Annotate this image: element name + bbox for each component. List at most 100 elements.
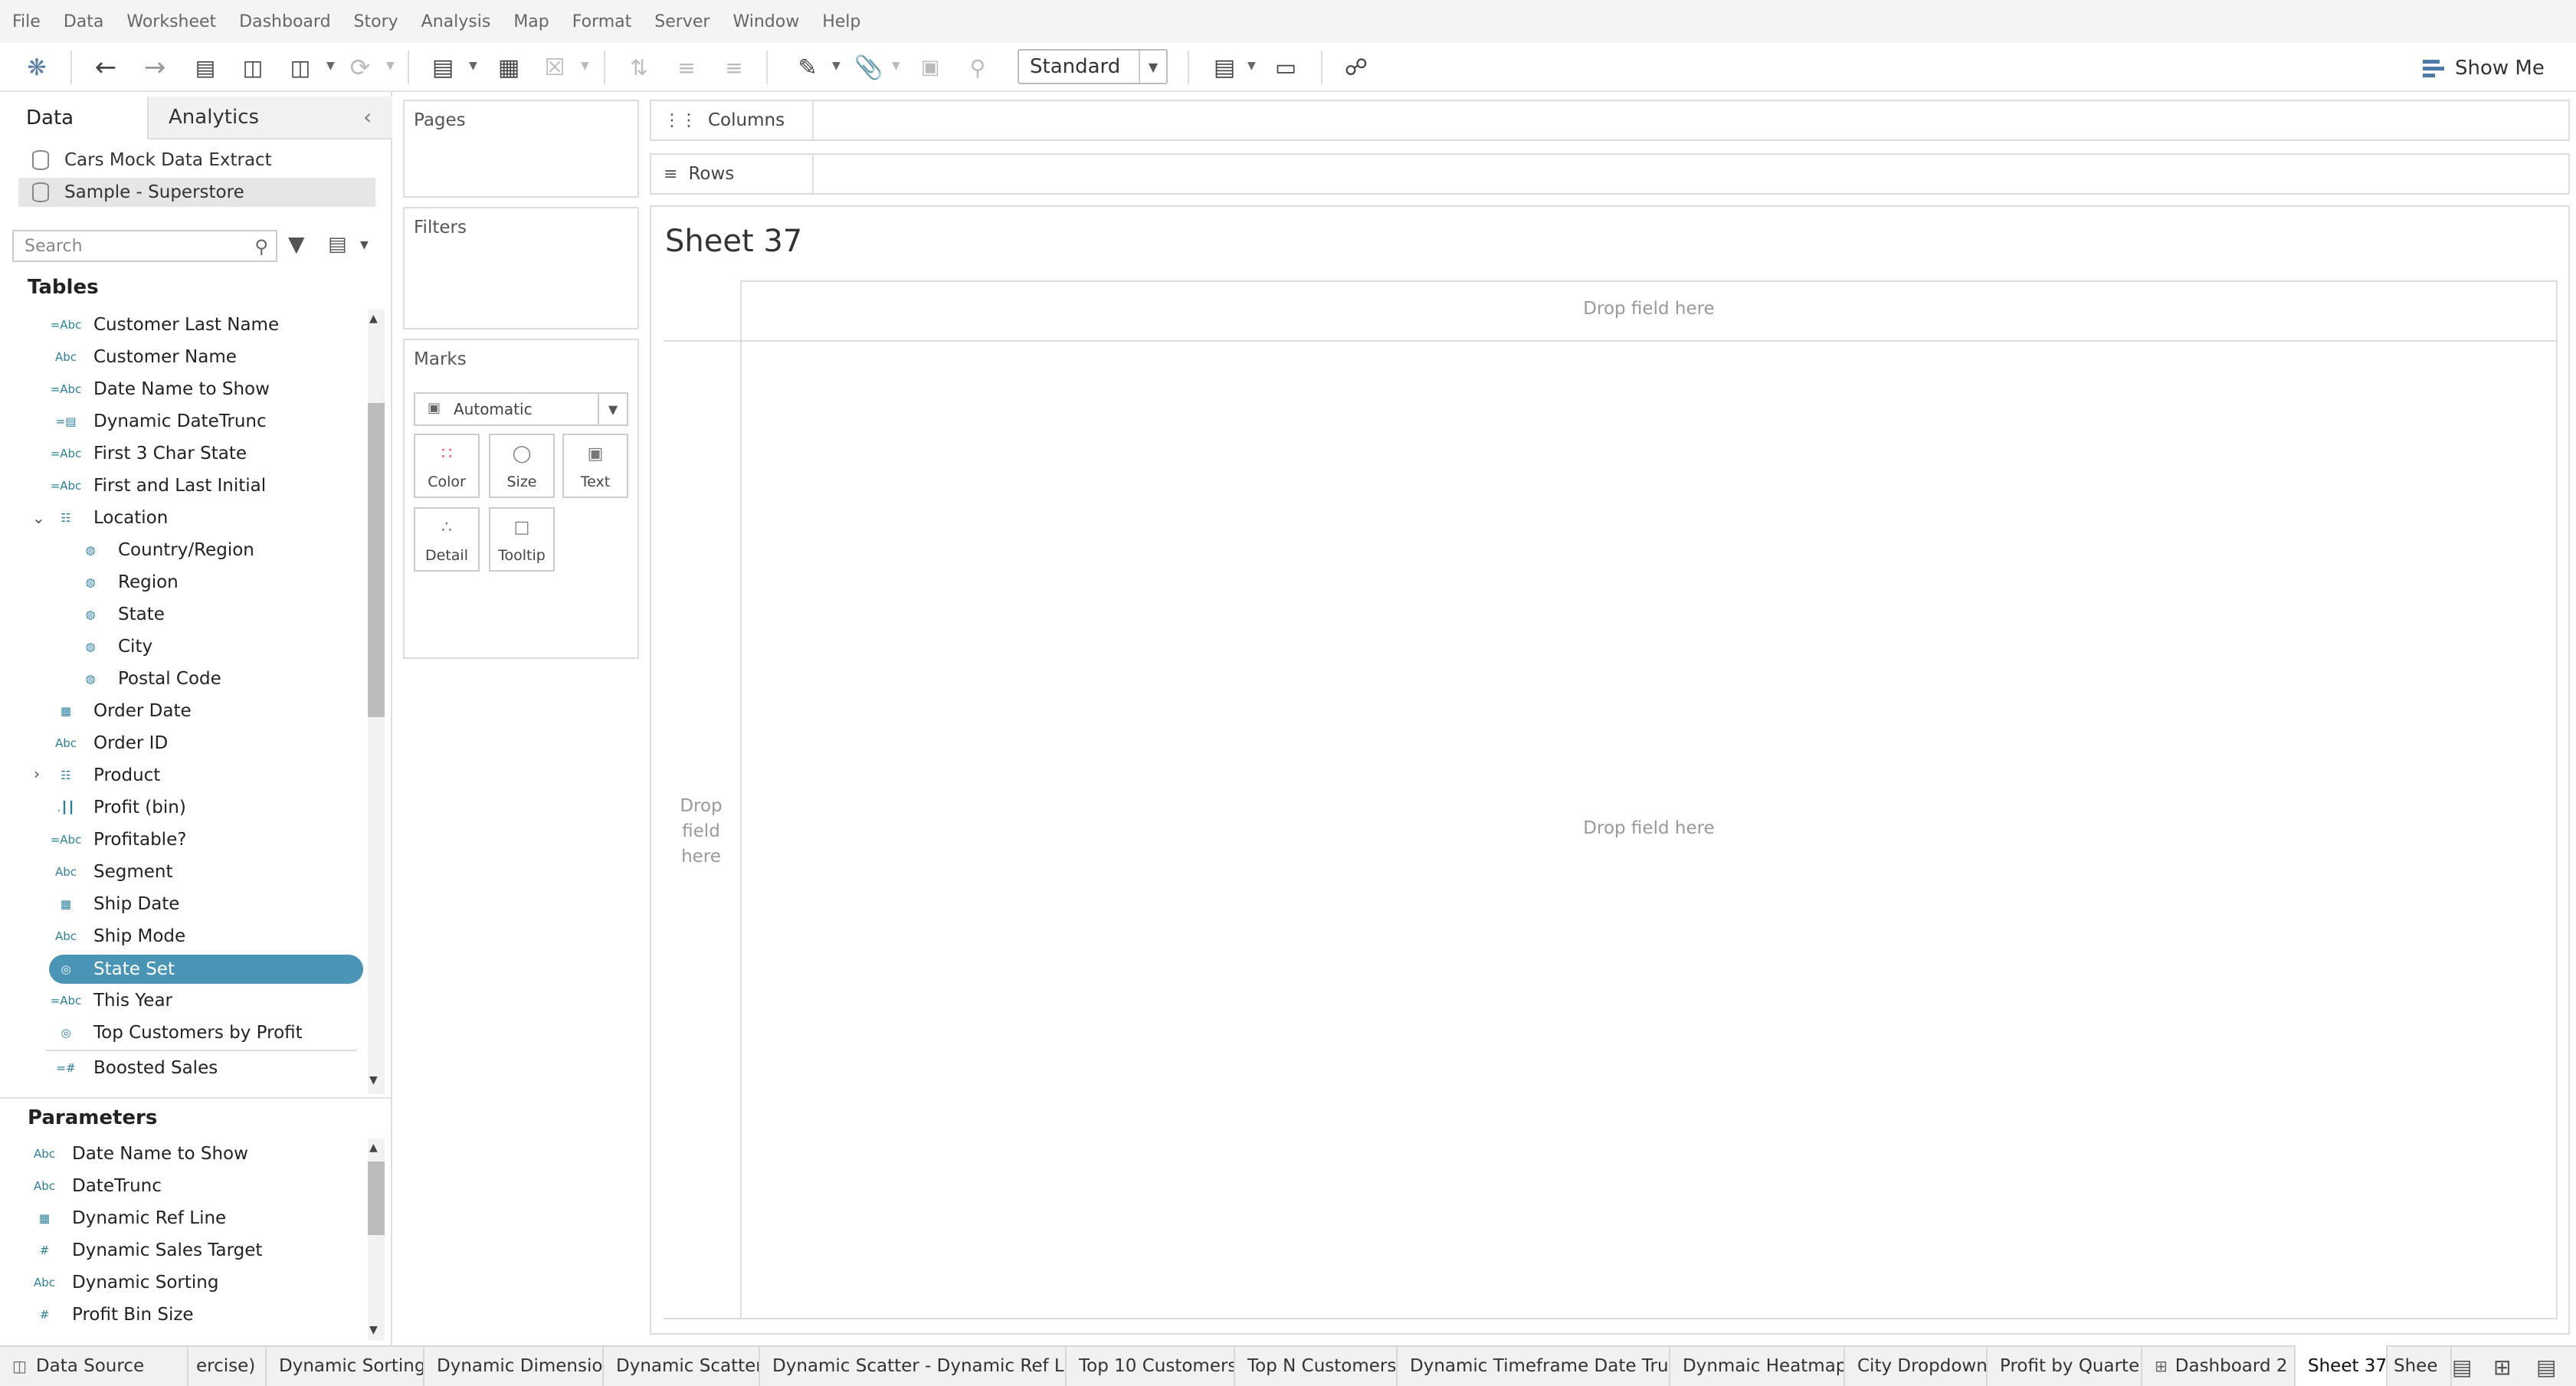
clear-sheet-icon[interactable]: ☒ — [536, 49, 573, 86]
field-item[interactable]: Abc Segment — [49, 857, 173, 887]
field-item[interactable]: ◍ Postal Code — [74, 664, 221, 694]
group-members-icon[interactable]: 📎 — [850, 49, 887, 86]
rows-drop-zone[interactable]: Drop field here — [667, 794, 736, 870]
menu-worksheet[interactable]: Worksheet — [126, 12, 216, 31]
fix-axes-icon[interactable]: ⚲ — [959, 49, 996, 86]
canvas-drop-zone[interactable]: Drop field here — [742, 818, 2556, 838]
field-item[interactable]: Abc Ship Mode — [49, 921, 185, 952]
sheet-tab[interactable]: Top 10 Customers — [1067, 1345, 1235, 1386]
sheet-tab[interactable]: Dynamic Timeframe Date Trunc — [1398, 1345, 1670, 1386]
field-item[interactable]: =Abc Date Name to Show — [49, 374, 270, 405]
field-item[interactable]: =# Boosted Sales — [49, 1053, 218, 1083]
chevron-up-icon[interactable]: ▲ — [369, 1142, 378, 1154]
tooltip-button[interactable]: □ Tooltip — [489, 507, 555, 572]
search-input[interactable]: Search ⚲ — [12, 230, 277, 262]
field-item[interactable]: =Abc First and Last Initial — [49, 470, 266, 501]
menu-server[interactable]: Server — [654, 12, 710, 31]
swap-rows-columns-icon[interactable]: ⇅ — [621, 49, 657, 86]
parameter-item[interactable]: Abc DateTrunc — [28, 1171, 162, 1201]
sheet-tab[interactable]: Dynamic Scatter — [604, 1345, 760, 1386]
chevron-down-icon[interactable]: ⌄ — [32, 509, 45, 527]
parameter-item[interactable]: ▦ Dynamic Ref Line — [28, 1203, 226, 1234]
presentation-mode-icon[interactable]: ▭ — [1267, 49, 1304, 86]
highlight-icon[interactable]: ✎ — [789, 49, 826, 86]
sheet-tab[interactable]: City Dropdown — [1845, 1345, 1988, 1386]
tab-analytics[interactable]: Analytics — [149, 97, 392, 139]
fit-select[interactable]: Standard ▼ — [1018, 49, 1168, 84]
menu-help[interactable]: Help — [822, 12, 860, 31]
collapse-pane-icon[interactable]: ‹ — [363, 104, 372, 129]
field-item[interactable]: Abc Customer Name — [49, 342, 237, 372]
menu-format[interactable]: Format — [572, 12, 632, 31]
field-item[interactable]: =Abc First 3 Char State — [49, 438, 247, 469]
chevron-down-icon[interactable]: ▼ — [369, 1324, 378, 1336]
pages-card[interactable]: Pages — [403, 100, 639, 198]
new-worksheet-icon[interactable]: ▤ — [2452, 1355, 2472, 1380]
fields-scrollbar-thumb[interactable] — [368, 403, 385, 717]
new-worksheet-icon[interactable]: ▤ — [424, 49, 461, 86]
pause-updates-icon[interactable]: ◫ — [282, 49, 319, 86]
chevron-down-icon[interactable]: ▼ — [369, 1074, 378, 1086]
dashboard-tab[interactable]: ⊞ Dashboard 2 — [2142, 1345, 2296, 1386]
chevron-down-icon[interactable]: ▼ — [1139, 51, 1166, 83]
color-button[interactable]: ∷ Color — [414, 434, 480, 498]
sheet-title[interactable]: Sheet 37 — [665, 224, 802, 259]
redo-icon[interactable]: → — [136, 49, 173, 86]
sheet-tab[interactable]: Dynamic Dimension — [424, 1345, 604, 1386]
show-cards-icon[interactable]: ▤ — [1206, 49, 1243, 86]
chevron-down-icon[interactable]: ▼ — [360, 239, 369, 251]
rows-shelf[interactable]: ≡ Rows — [650, 153, 2570, 195]
tab-data-source[interactable]: ◫ Data Source — [0, 1345, 188, 1386]
menu-dashboard[interactable]: Dashboard — [239, 12, 330, 31]
chevron-down-icon[interactable]: ▼ — [386, 60, 395, 72]
menu-data[interactable]: Data — [64, 12, 104, 31]
field-item[interactable]: ◍ Country/Region — [74, 535, 254, 565]
chevron-down-icon[interactable]: ▼ — [832, 60, 841, 72]
field-item[interactable]: ☷ Location — [49, 503, 168, 533]
size-button[interactable]: ◯ Size — [489, 434, 555, 498]
chevron-down-icon[interactable]: ▼ — [598, 394, 627, 424]
field-item[interactable]: =Abc Customer Last Name — [49, 310, 279, 340]
columns-shelf[interactable]: ⋮⋮ Columns — [650, 100, 2570, 141]
field-item[interactable]: ▦ Order Date — [49, 696, 192, 726]
menu-analysis[interactable]: Analysis — [421, 12, 491, 31]
field-item[interactable]: ◍ City — [74, 631, 152, 662]
filter-icon[interactable]: ▼ — [288, 231, 305, 257]
datasource-item[interactable]: Sample - Superstore — [18, 178, 375, 207]
save-icon[interactable]: ▤ — [187, 49, 224, 86]
menu-window[interactable]: Window — [732, 12, 799, 31]
menu-story[interactable]: Story — [354, 12, 398, 31]
chevron-up-icon[interactable]: ▲ — [369, 313, 378, 325]
show-me-button[interactable]: Show Me — [2423, 51, 2545, 86]
field-item[interactable]: Abc Order ID — [49, 728, 168, 759]
field-item-selected[interactable]: ◎ State Set — [49, 955, 363, 984]
undo-icon[interactable]: ← — [87, 49, 124, 86]
columns-drop-zone[interactable]: Drop field here — [742, 299, 2556, 319]
tableau-logo-icon[interactable]: ❋ — [18, 49, 55, 86]
sheet-tab[interactable]: ercise) — [188, 1345, 267, 1386]
refresh-icon[interactable]: ⟳ — [342, 49, 379, 86]
parameter-item[interactable]: # Profit Bin Size — [28, 1299, 194, 1330]
sheet-tab[interactable]: Top N Customers — [1235, 1345, 1398, 1386]
new-story-icon[interactable]: ▤ — [2536, 1355, 2556, 1380]
sheet-tab[interactable]: Shee — [2388, 1345, 2452, 1386]
filters-card[interactable]: Filters — [403, 207, 639, 329]
sheet-tab-active[interactable]: Sheet 37 — [2296, 1345, 2388, 1386]
field-item[interactable]: ▦ Ship Date — [49, 889, 180, 919]
sort-ascending-icon[interactable]: ≡ — [668, 49, 705, 86]
sheet-tab[interactable]: Dynmaic Heatmap — [1670, 1345, 1845, 1386]
chevron-down-icon[interactable]: ▼ — [1247, 60, 1256, 72]
sort-descending-icon[interactable]: ≡ — [716, 49, 752, 86]
tab-data[interactable]: Data — [0, 97, 149, 139]
parameters-scrollbar-thumb[interactable] — [368, 1162, 385, 1235]
field-item[interactable]: .┃┃ Profit (bin) — [49, 792, 186, 823]
datasource-item[interactable]: Cars Mock Data Extract — [18, 146, 375, 175]
field-item[interactable]: ☷ Product — [49, 760, 160, 791]
menu-file[interactable]: File — [12, 12, 41, 31]
view-options-icon[interactable]: ▤ — [328, 233, 347, 256]
sheet-tab[interactable]: Profit by Quarter — [1988, 1345, 2142, 1386]
field-item[interactable]: =Abc Profitable? — [49, 824, 187, 855]
sheet-tab[interactable]: Dynamic Scatter - Dynamic Ref Lines — [760, 1345, 1067, 1386]
field-item[interactable]: ◎ Top Customers by Profit — [49, 1017, 302, 1048]
new-datasource-icon[interactable]: ◫ — [234, 49, 271, 86]
